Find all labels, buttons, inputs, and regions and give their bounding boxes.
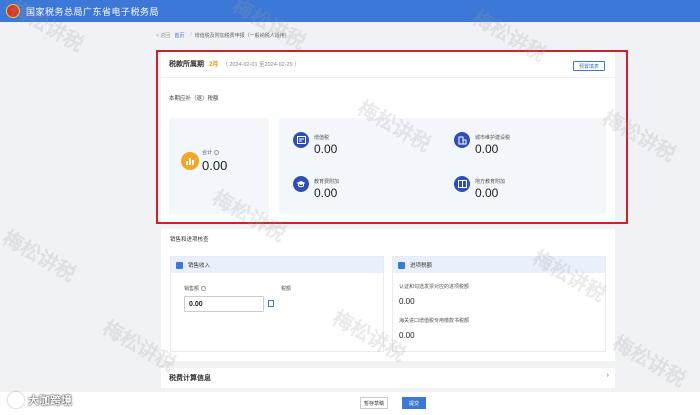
brand-logo-icon (8, 392, 24, 408)
watermark: 梅松讲税 (608, 332, 689, 392)
top-header: 国家税务总局广东省电子税务局 (0, 0, 700, 22)
tax-calculation-row[interactable]: 税费计算信息 › (161, 368, 615, 388)
income-icon (176, 261, 183, 269)
sales-section-title: 销售和进项核查 (170, 237, 209, 243)
sales-income-box: 销售收入 销售额 0.00 税额 (170, 256, 384, 352)
breadcrumb-current: 增值税及附加税费申报（一般纳税人适用） (194, 32, 290, 39)
input-tax-label-1: 认证和勾选发票对应的进项税额 (399, 284, 470, 290)
chevron-right-icon: › (606, 372, 609, 379)
info-icon[interactable] (201, 286, 207, 292)
input-tax-value-1: 0.00 (399, 297, 415, 306)
sales-income-head: 销售收入 (171, 257, 383, 273)
sales-verification-section: 销售和进项核查 销售收入 销售额 0.00 税额 进项税额 认证和勾选发票对应的… (161, 229, 615, 361)
brand-watermark: 大咖跨境 (8, 392, 72, 408)
input-tax-box: 进项税额 认证和勾选发票对应的进项税额 0.00 海关进口增值税专用缴款书税额 … (392, 256, 606, 352)
tax-emblem-icon (6, 4, 20, 18)
watermark: 梅松讲税 (0, 227, 79, 287)
breadcrumb-home[interactable]: 首页 (174, 32, 184, 39)
footer-action-bar: 暂存草稿 提交 (0, 392, 700, 415)
input-tax-value-2: 0.00 (399, 331, 415, 340)
sales-amount-input[interactable]: 0.00 (184, 296, 264, 312)
input-tax-label-2: 海关进口增值税专用缴款书税额 (399, 318, 470, 324)
breadcrumb: < 返回 首页 / 增值税及附加税费申报（一般纳税人适用） (156, 28, 616, 42)
brand-text: 大咖跨境 (28, 395, 72, 407)
site-title: 国家税务总局广东省电子税务局 (26, 6, 160, 17)
breadcrumb-separator: / (190, 32, 192, 38)
tax-amount-label: 税额 (281, 286, 292, 292)
highlight-frame (156, 50, 628, 224)
copy-icon[interactable] (268, 300, 274, 307)
input-tax-icon (398, 261, 405, 269)
back-link[interactable]: < 返回 (156, 32, 170, 39)
tax-calculation-label: 税费计算信息 (169, 375, 211, 382)
input-tax-head: 进项税额 (393, 257, 605, 273)
save-draft-button[interactable]: 暂存草稿 (360, 397, 388, 409)
amount-label: 销售额 (184, 285, 207, 292)
submit-button[interactable]: 提交 (402, 397, 426, 409)
